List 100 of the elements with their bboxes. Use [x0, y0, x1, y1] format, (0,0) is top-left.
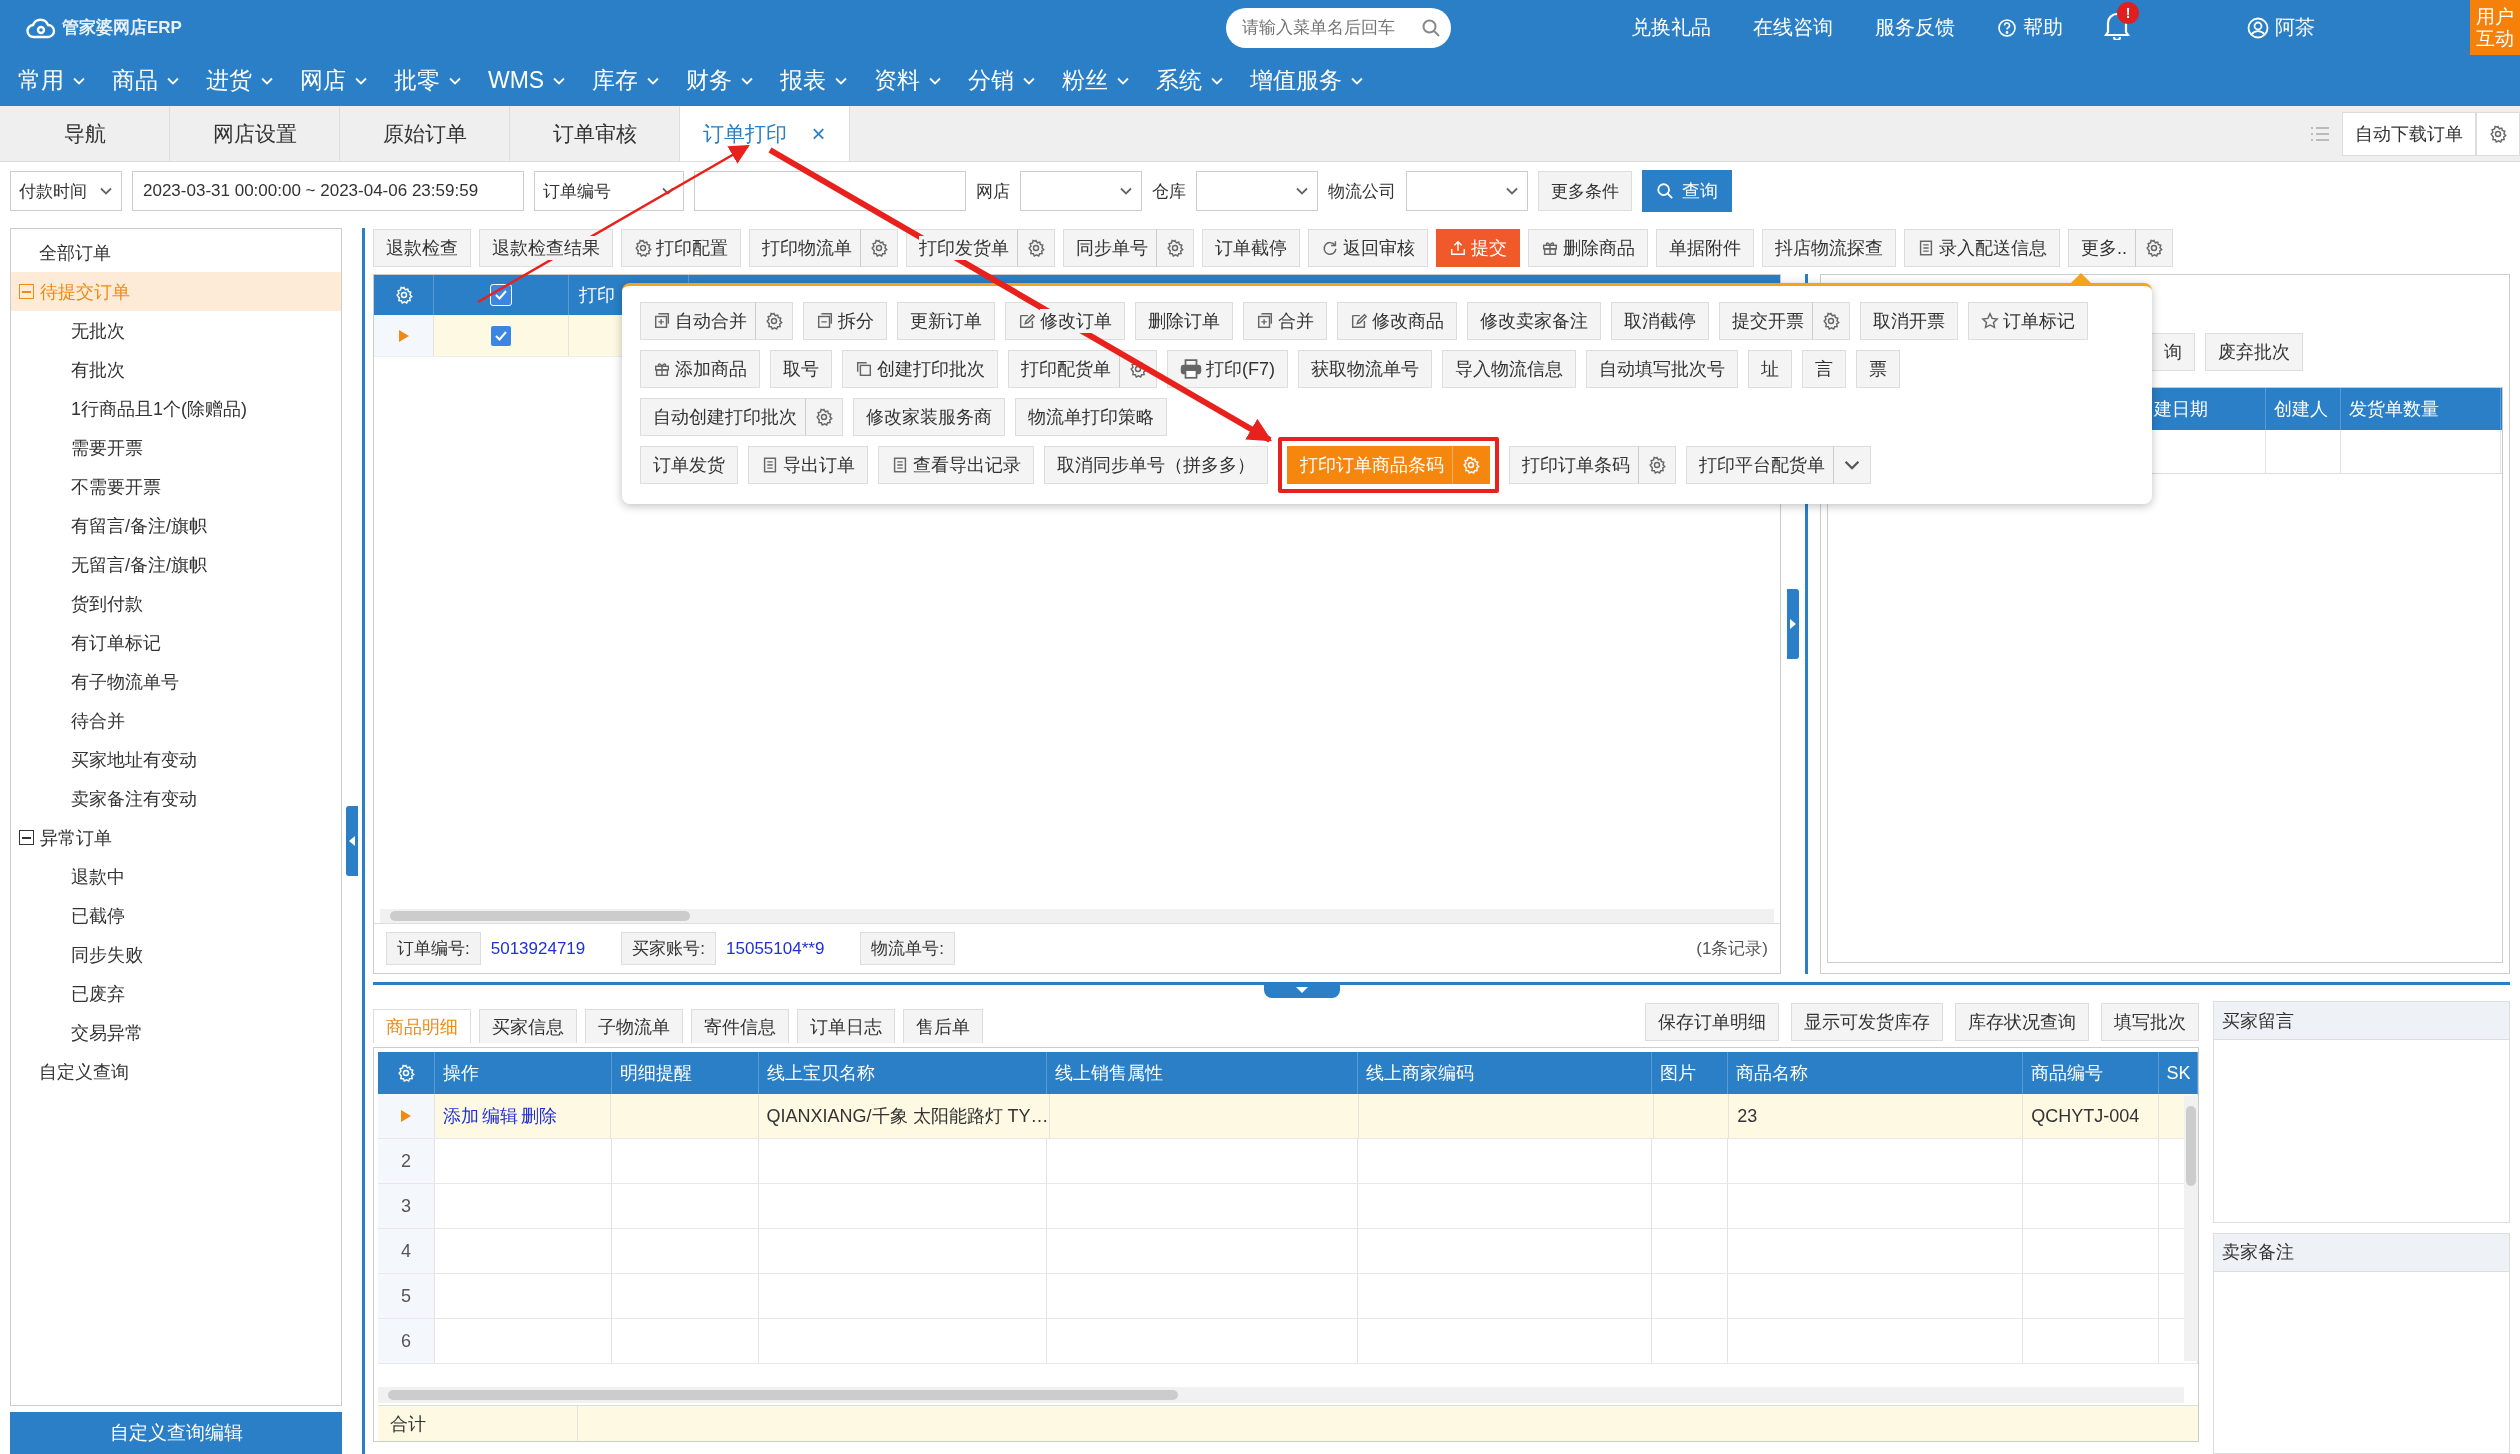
checkbox[interactable] [490, 324, 512, 347]
toolbar-button[interactable]: 修改卖家备注 [1467, 302, 1601, 340]
toolbar-button[interactable]: 拆分 [803, 302, 887, 340]
toolbar-button[interactable]: 言 [1802, 350, 1846, 388]
toolbar-button[interactable]: 退款检查结果 [479, 229, 613, 267]
select-field[interactable] [1196, 171, 1318, 211]
toolbar-button[interactable]: 删除商品 [1528, 229, 1648, 267]
tree-item[interactable]: 1行商品且1个(除赠品) [11, 389, 341, 428]
detail-tab[interactable]: 子物流单 [585, 1009, 683, 1043]
tree-item[interactable]: 买家地址有变动 [11, 740, 341, 779]
toolbar-button[interactable]: 打印配货单 [1008, 350, 1119, 388]
tree-item[interactable]: 全部订单 [11, 233, 341, 272]
select-field[interactable]: 付款时间 [10, 171, 122, 211]
search-button[interactable]: 查询 [1642, 170, 1732, 212]
toolbar-button[interactable]: 修改家装服务商 [853, 398, 1005, 436]
dropdown-button[interactable] [1833, 446, 1871, 484]
detail-tab[interactable]: 订单日志 [797, 1009, 895, 1043]
page-tab[interactable]: 订单打印 × [680, 106, 850, 161]
menu-item[interactable]: 网店 [300, 65, 368, 96]
header-link[interactable]: 在线咨询 [1753, 14, 1833, 41]
select-field[interactable] [1020, 171, 1142, 211]
toolbar-button[interactable]: 废弃批次 [2205, 333, 2303, 371]
menu-item[interactable]: 系统 [1156, 65, 1225, 96]
tree-item[interactable]: 无批次 [11, 311, 341, 350]
text-field[interactable] [694, 171, 966, 211]
toolbar-button[interactable]: 取号 [770, 350, 832, 388]
bell-icon[interactable] [2103, 10, 2131, 40]
collapse-handle[interactable] [346, 806, 358, 876]
select-field[interactable]: 订单编号 [534, 171, 684, 211]
toolbar-button[interactable]: 取消开票 [1860, 302, 1958, 340]
tree-item[interactable]: 自定义查询 [11, 1052, 341, 1091]
tree-item[interactable]: 待合并 [11, 701, 341, 740]
menu-item[interactable]: 批零 [394, 65, 462, 96]
toolbar-button[interactable]: 打印平台配货单 [1686, 446, 1833, 484]
select-field[interactable] [1406, 171, 1528, 211]
toolbar-button[interactable]: 打印发货单 [906, 229, 1017, 267]
toolbar-button[interactable]: 创建打印批次 [842, 350, 998, 388]
more-filters-button[interactable]: 更多条件 [1538, 171, 1632, 211]
tree-item[interactable]: 有子物流单号 [11, 662, 341, 701]
toolbar-button[interactable]: 打印订单条码 [1509, 446, 1638, 484]
scrollbar[interactable] [378, 1387, 2184, 1403]
toolbar-button[interactable]: 订单截停 [1202, 229, 1300, 267]
tree-item[interactable]: 卖家备注有变动 [11, 779, 341, 818]
tree-item[interactable]: 有批次 [11, 350, 341, 389]
tree-item[interactable]: 不需要开票 [11, 467, 341, 506]
toolbar-button[interactable]: 打印(F7) [1167, 350, 1288, 388]
toolbar-button[interactable]: 合并 [1243, 302, 1327, 340]
tree-item[interactable]: 无留言/备注/旗帜 [11, 545, 341, 584]
toolbar-button[interactable]: 物流单打印策略 [1015, 398, 1167, 436]
scrollbar[interactable] [2184, 1096, 2198, 1361]
toolbar-button[interactable]: 修改商品 [1337, 302, 1457, 340]
tree-item[interactable]: 退款中 [11, 857, 341, 896]
menu-item[interactable]: 粉丝 [1062, 65, 1131, 96]
toolbar-button[interactable]: 保存订单明细 [1645, 1003, 1779, 1041]
toolbar-button[interactable]: 取消同步单号（拼多多） [1044, 446, 1268, 484]
header-link[interactable]: 服务反馈 [1875, 14, 1955, 41]
tree-item[interactable]: 已废弃 [11, 974, 341, 1013]
toolbar-button[interactable]: 导入物流信息 [1442, 350, 1576, 388]
menu-item[interactable]: 进货 [206, 65, 274, 96]
toolbar-button[interactable]: 取消截停 [1611, 302, 1709, 340]
toolbar-button[interactable]: 返回审核 [1308, 229, 1428, 267]
toolbar-button[interactable]: 提交开票 [1719, 302, 1812, 340]
toolbar-button[interactable]: 自动填写批次号 [1586, 350, 1738, 388]
menu-item[interactable]: WMS [488, 67, 567, 94]
tree-item[interactable]: 有订单标记 [11, 623, 341, 662]
action-link[interactable]: 添加 [442, 1104, 482, 1128]
tree-item[interactable]: 需要开票 [11, 428, 341, 467]
text-field[interactable]: 2023-03-31 00:00:00 ~ 2023-04-06 23:59:59 [132, 171, 524, 211]
toolbar-button[interactable]: 修改订单 [1005, 302, 1125, 340]
menu-item[interactable]: 财务 [686, 65, 755, 96]
toolbar-button[interactable]: 打印配置 [621, 229, 741, 267]
toolbar-button[interactable]: 同步单号 [1063, 229, 1156, 267]
toolbar-button[interactable]: 址 [1748, 350, 1792, 388]
toolbar-button[interactable]: 询 [2151, 333, 2195, 371]
toolbar-button[interactable]: 获取物流单号 [1298, 350, 1432, 388]
settings-button[interactable] [1452, 446, 1490, 484]
toolbar-button[interactable]: 打印物流单 [749, 229, 860, 267]
toolbar-button[interactable]: 自动创建打印批次 [640, 398, 805, 436]
toolbar-button[interactable]: 订单标记 [1968, 302, 2088, 340]
tree-item[interactable]: 异常订单 [11, 818, 341, 857]
collapse-handle[interactable] [1787, 589, 1799, 659]
toolbar-button[interactable]: 抖店物流探查 [1762, 229, 1896, 267]
toolbar-button[interactable]: 更多.. [2068, 229, 2135, 267]
tree-item[interactable]: 已截停 [11, 896, 341, 935]
toolbar-button[interactable]: 库存状况查询 [1955, 1003, 2089, 1041]
toolbar-button[interactable]: 订单发货 [640, 446, 738, 484]
auto-download-button[interactable]: 自动下载订单 [2342, 111, 2476, 156]
menu-item[interactable]: 资料 [874, 65, 943, 96]
action-link[interactable]: 删除 [520, 1104, 560, 1128]
tree-item[interactable]: 货到付款 [11, 584, 341, 623]
header-link[interactable]: 帮助 [1997, 14, 2063, 41]
menu-item[interactable]: 库存 [592, 65, 661, 96]
close-button[interactable]: × [811, 119, 826, 148]
toolbar-button[interactable]: 录入配送信息 [1904, 229, 2060, 267]
tree-item[interactable]: 交易异常 [11, 1013, 341, 1052]
tree-item[interactable]: 同步失败 [11, 935, 341, 974]
menu-item[interactable]: 常用 [18, 65, 86, 96]
detail-tab[interactable]: 寄件信息 [691, 1009, 789, 1043]
toolbar-button[interactable]: 导出订单 [748, 446, 868, 484]
menu-item[interactable]: 报表 [780, 65, 849, 96]
